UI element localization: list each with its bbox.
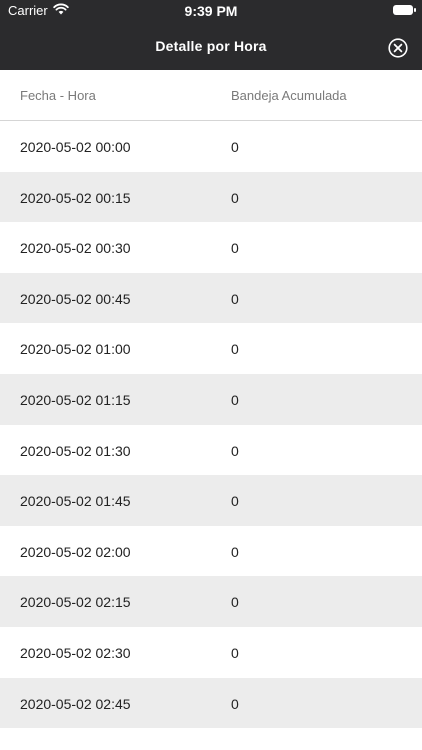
table-row[interactable]: 2020-05-02 00:00 0 xyxy=(0,121,422,172)
datetime-cell: 2020-05-02 00:45 xyxy=(20,290,131,307)
value-cell: 0 xyxy=(231,543,239,560)
value-cell: 0 xyxy=(231,442,239,459)
close-circle-icon xyxy=(388,38,408,58)
table-row[interactable]: 2020-05-02 01:00 0 xyxy=(0,323,422,374)
battery-icon xyxy=(393,5,416,15)
table-body: 2020-05-02 00:00 0 2020-05-02 00:15 0 20… xyxy=(0,121,422,729)
table-row[interactable]: 2020-05-02 00:15 0 xyxy=(0,171,422,223)
datetime-cell: 2020-05-02 01:00 xyxy=(20,341,131,358)
table-row[interactable]: 2020-05-02 02:30 0 xyxy=(0,627,422,678)
value-cell: 0 xyxy=(231,341,239,358)
status-bar: Carrier 9:39 PM xyxy=(0,0,422,22)
status-time: 9:39 PM xyxy=(184,3,238,19)
value-cell: 0 xyxy=(231,695,239,712)
datetime-cell: 2020-05-02 02:30 xyxy=(20,644,131,661)
datetime-cell: 2020-05-02 01:15 xyxy=(20,391,131,408)
table-row[interactable]: 2020-05-02 01:45 0 xyxy=(0,475,422,526)
datetime-cell: 2020-05-02 02:45 xyxy=(20,695,131,712)
datetime-cell: 2020-05-02 02:00 xyxy=(20,543,131,560)
close-button[interactable] xyxy=(388,38,408,58)
app-header: Carrier 9:39 PM Detalle por Hora xyxy=(0,0,422,70)
datetime-cell: 2020-05-02 00:15 xyxy=(20,189,131,206)
table-row[interactable]: 2020-05-02 00:45 0 xyxy=(0,272,422,324)
datetime-cell: 2020-05-02 00:00 xyxy=(20,139,131,155)
table-row[interactable]: 2020-05-02 01:30 0 xyxy=(0,425,422,476)
table-row[interactable]: 2020-05-02 02:15 0 xyxy=(0,576,422,627)
table-row[interactable]: 2020-05-02 02:00 0 xyxy=(0,526,422,577)
table-row[interactable]: 2020-05-02 01:15 0 xyxy=(0,373,422,425)
page-title: Detalle por Hora xyxy=(155,38,267,54)
table-header: Fecha - Hora Bandeja Acumulada xyxy=(0,70,422,121)
datetime-cell: 2020-05-02 01:30 xyxy=(20,442,131,459)
table-row[interactable]: 2020-05-02 02:45 0 xyxy=(0,677,422,729)
value-cell: 0 xyxy=(231,240,239,257)
value-cell: 0 xyxy=(231,290,239,307)
table-row[interactable]: 2020-05-02 00:30 0 xyxy=(0,222,422,273)
value-cell: 0 xyxy=(231,493,239,510)
column-header-datetime: Fecha - Hora xyxy=(20,88,96,103)
value-cell: 0 xyxy=(231,139,239,155)
value-cell: 0 xyxy=(231,594,239,611)
column-header-tray: Bandeja Acumulada xyxy=(231,88,347,103)
value-cell: 0 xyxy=(231,644,239,661)
datetime-cell: 2020-05-02 00:30 xyxy=(20,240,131,257)
value-cell: 0 xyxy=(231,391,239,408)
value-cell: 0 xyxy=(231,189,239,206)
datetime-cell: 2020-05-02 02:15 xyxy=(20,594,131,611)
datetime-cell: 2020-05-02 01:45 xyxy=(20,493,131,510)
